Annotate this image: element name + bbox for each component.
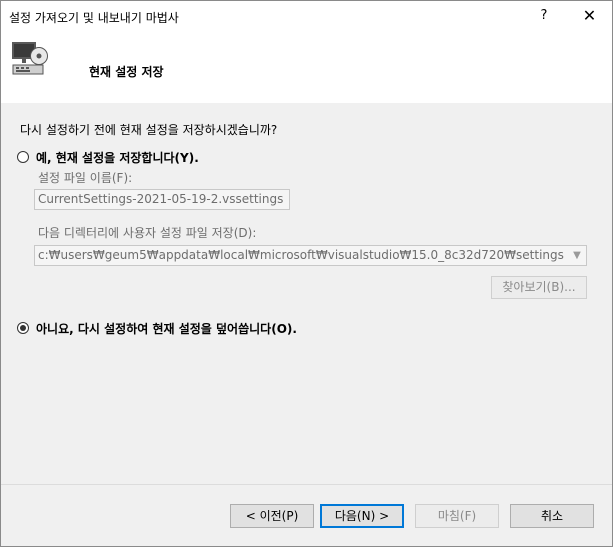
- browse-button[interactable]: 찾아보기(B)...: [491, 276, 587, 299]
- wizard-window: 설정 가져오기 및 내보내기 마법사 ? ✕ 현재 설정 저장 다시 설정하기 …: [0, 0, 613, 547]
- wizard-header: 현재 설정 저장: [1, 31, 612, 103]
- finish-button[interactable]: 마침(F): [415, 504, 499, 528]
- help-button[interactable]: ?: [521, 1, 567, 31]
- chevron-down-icon[interactable]: ▼: [568, 246, 586, 265]
- title-bar: 설정 가져오기 및 내보내기 마법사 ? ✕: [1, 1, 612, 31]
- header-title: 현재 설정 저장: [89, 65, 164, 79]
- overwrite-settings-radio[interactable]: [17, 322, 29, 334]
- directory-value: c:₩users₩geum5₩appdata₩local₩microsoft₩v…: [38, 248, 564, 262]
- filename-label: 설정 파일 이름(F):: [38, 171, 133, 185]
- directory-label: 다음 디렉터리에 사용자 설정 파일 저장(D):: [38, 226, 257, 240]
- overwrite-settings-label[interactable]: 아니요, 다시 설정하여 현재 설정을 덮어씁니다(O).: [36, 320, 297, 337]
- close-button[interactable]: ✕: [567, 1, 612, 31]
- prompt-text: 다시 설정하기 전에 현재 설정을 저장하시겠습니까?: [20, 123, 278, 137]
- save-settings-label[interactable]: 예, 현재 설정을 저장합니다(Y).: [36, 149, 199, 166]
- wizard-content: 다시 설정하기 전에 현재 설정을 저장하시겠습니까? 예, 현재 설정을 저장…: [1, 103, 612, 484]
- computer-settings-icon: [12, 42, 48, 75]
- filename-field[interactable]: CurrentSettings-2021-05-19-2.vssettings: [34, 189, 290, 210]
- directory-combobox[interactable]: c:₩users₩geum5₩appdata₩local₩microsoft₩v…: [34, 245, 587, 266]
- save-settings-radio[interactable]: [17, 151, 29, 163]
- window-title: 설정 가져오기 및 내보내기 마법사: [9, 11, 179, 25]
- cancel-button[interactable]: 취소: [510, 504, 594, 528]
- footer-divider: [1, 484, 612, 485]
- back-button[interactable]: < 이전(P): [230, 504, 314, 528]
- next-button[interactable]: 다음(N) >: [320, 504, 404, 528]
